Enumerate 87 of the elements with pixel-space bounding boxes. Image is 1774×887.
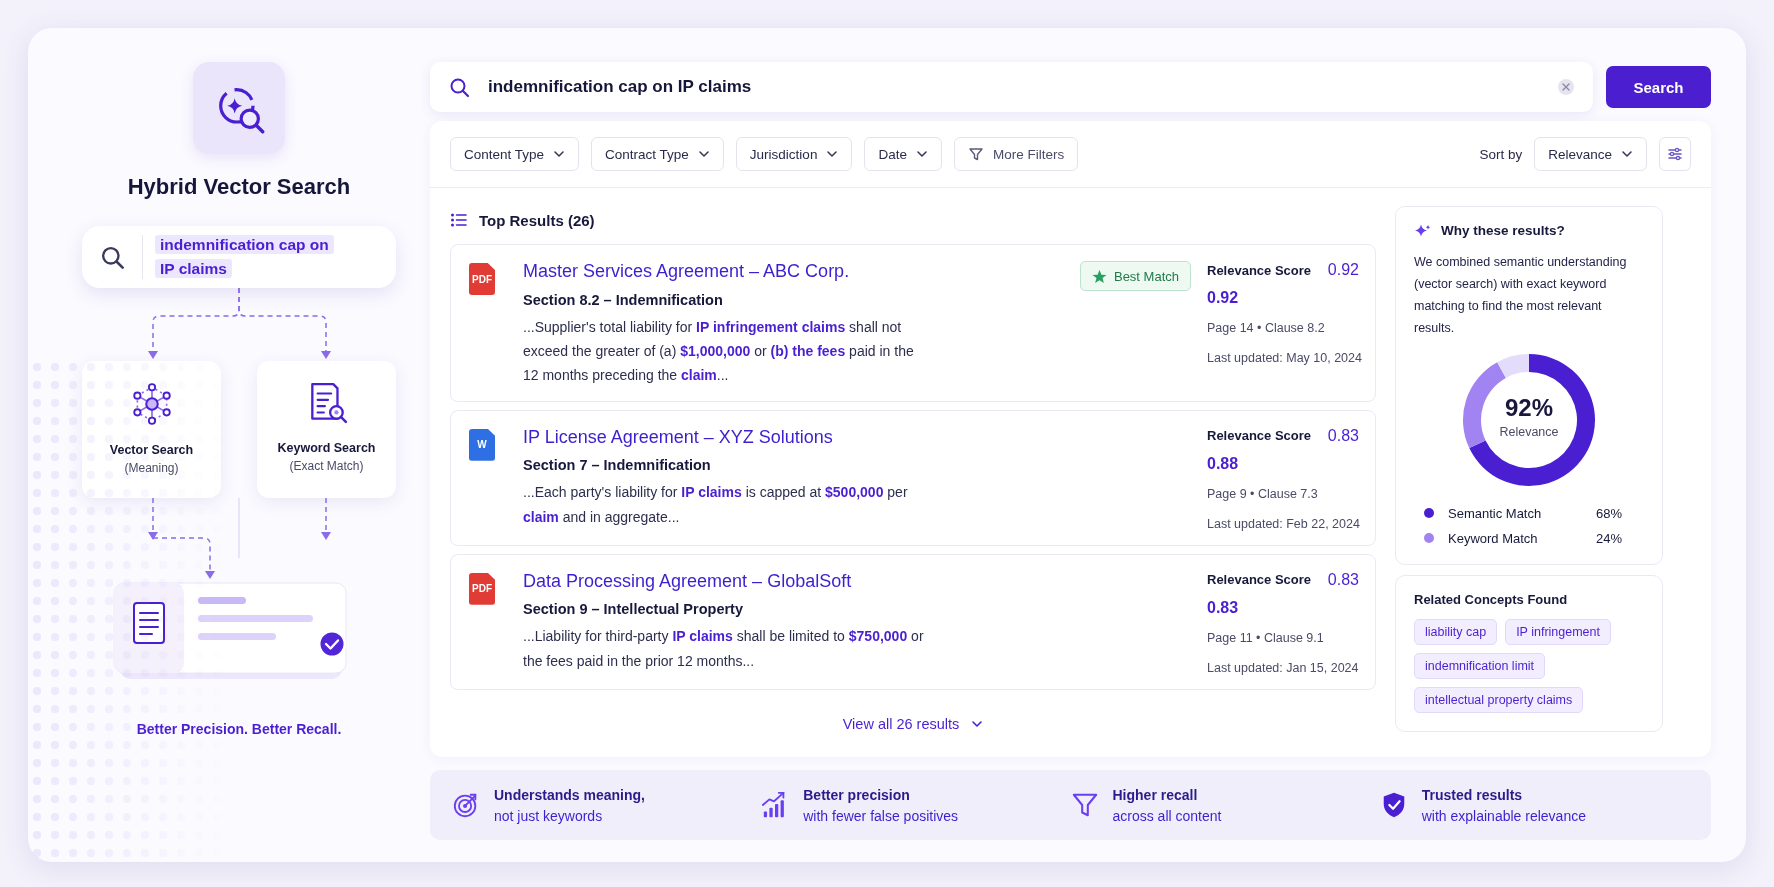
sort-label: Sort by [1479,146,1523,162]
view-all-link[interactable]: View all 26 results [834,711,992,736]
relevance-label: Relevance [1499,424,1559,439]
result-title[interactable]: IP License Agreement – XYZ Solutions [523,426,1175,449]
result-snippet: ...Supplier's total liability for IP infringement claims shall not exceed the greater of (a) $1,000,000 or (b) the fees paid in the 12 months preceding the claim... [523,317,915,385]
search-input[interactable]: indemnification cap on IP claims [488,77,1539,97]
close-icon [1557,78,1575,96]
caret-icon [697,148,710,160]
view-options-button[interactable] [1659,137,1691,171]
sliders-icon [1667,146,1683,162]
feature-title: Better precision [803,786,911,803]
score-value: 0.92 [1327,261,1359,279]
tagline: Better Precision. Better Recall. [136,721,342,737]
filter-dropdown[interactable]: Contract Type [591,137,724,171]
concept-tag[interactable]: liability cap [1414,618,1498,645]
method-title: Keyword Search [277,441,376,455]
caret-icon [1621,148,1633,160]
section-heading: Section 7 – Indemnification [523,457,712,474]
page-clause: Page 14 • Clause 8.2 [1207,321,1326,335]
result-title[interactable]: Data Processing Agreement – GlobalSoft [523,570,1175,593]
clear-button[interactable] [1557,78,1575,96]
file-icon: PDF [469,263,495,295]
more-filters-button[interactable]: More Filters [953,137,1079,171]
score-label: Relevance Score [1207,572,1313,588]
sparkle-icon [1414,223,1431,238]
score-value: 0.83 [1207,598,1240,617]
result-snippet: ...Each party's liability for IP claims is capped at $500,000 per claim and in aggregate... [523,483,909,527]
feature-subtitle: not just keywords [494,807,604,824]
feature-title: Higher recall [1112,786,1199,803]
panel-title: Why these results? [1441,223,1565,238]
funnel-icon [967,146,984,162]
caret-icon [826,148,839,160]
method-title: Vector Search [109,443,194,457]
section-heading: Section 9 – Intellectual Property [523,601,744,618]
sort-dropdown[interactable]: Relevance [1534,137,1647,171]
score-value: 0.83 [1327,426,1359,445]
funnel-icon [1070,791,1099,819]
list-icon [450,212,467,228]
file-icon: PDF [469,572,495,605]
caret-icon [553,148,566,160]
feature-subtitle: with explainable relevance [1421,807,1586,824]
feature-title: Understands meaning, [494,786,645,803]
file-icon: W [469,428,495,461]
score-value: 0.92 [1207,289,1240,307]
panel-title: Related Concepts Found [1414,591,1569,607]
badge-label: Best Match [1113,268,1179,284]
result-card[interactable] [450,409,1376,546]
results-heading: Top Results (26) [479,211,595,229]
query-text: indemnification cap on IP claims [155,233,333,281]
score-value: 0.88 [1207,454,1240,473]
search-icon [99,244,125,270]
dashed-arrow [321,498,331,540]
relevance-percent: 92% [1504,393,1553,422]
method-subtitle: (Exact Match) [289,459,364,473]
legend-label: Semantic Match [1448,505,1543,521]
last-updated: Last updated: Feb 22, 2024 [1207,516,1359,531]
result-title[interactable]: Master Services Agreement – ABC Corp. [523,261,1064,283]
feature-subtitle: across all content [1112,807,1222,824]
result-card[interactable] [450,244,1376,402]
page-clause: Page 9 • Clause 7.3 [1207,486,1319,501]
section-heading: Section 8.2 – Indemnification [523,291,724,308]
search-icon [448,76,470,98]
feature-title: Trusted results [1421,786,1524,803]
search-field[interactable]: indemnification cap on IP claims [430,62,1593,112]
score-label: Relevance Score [1207,428,1313,444]
legend-value: 24% [1595,530,1622,546]
score-label: Relevance Score [1207,262,1313,278]
filter-dropdown[interactable]: Content Type [450,137,580,171]
filter-dropdown[interactable]: Jurisdiction [735,137,853,171]
concept-tag[interactable]: IP infringement [1505,618,1611,645]
score-value: 0.83 [1327,570,1359,589]
feature-subtitle: with fewer false positives [803,807,959,824]
filter-dropdown[interactable]: Date [864,137,942,171]
method-subtitle: (Meaning) [124,461,179,475]
result-card[interactable] [450,553,1376,690]
concept-tag[interactable]: intellectual property claims [1414,686,1584,713]
search-button[interactable]: Search [1606,66,1711,108]
star-icon [1091,268,1107,284]
last-updated: Last updated: Jan 15, 2024 [1207,660,1359,675]
page-clause: Page 11 • Clause 9.1 [1207,630,1325,645]
caret-icon [915,148,928,160]
explanation-text: We combined semantic understanding (vector search) with exact keyword matching to find the most relevant results. [1414,254,1628,337]
concept-tag[interactable]: indemnification limit [1414,652,1546,679]
legend-value: 68% [1595,505,1622,521]
app-title: Hybrid Vector Search [127,174,351,200]
result-snippet: ...Liability for third-party IP claims shall be limited to $750,000 or the fees paid in the prior 12 months... [523,627,925,671]
legend-label: Keyword Match [1448,530,1539,546]
